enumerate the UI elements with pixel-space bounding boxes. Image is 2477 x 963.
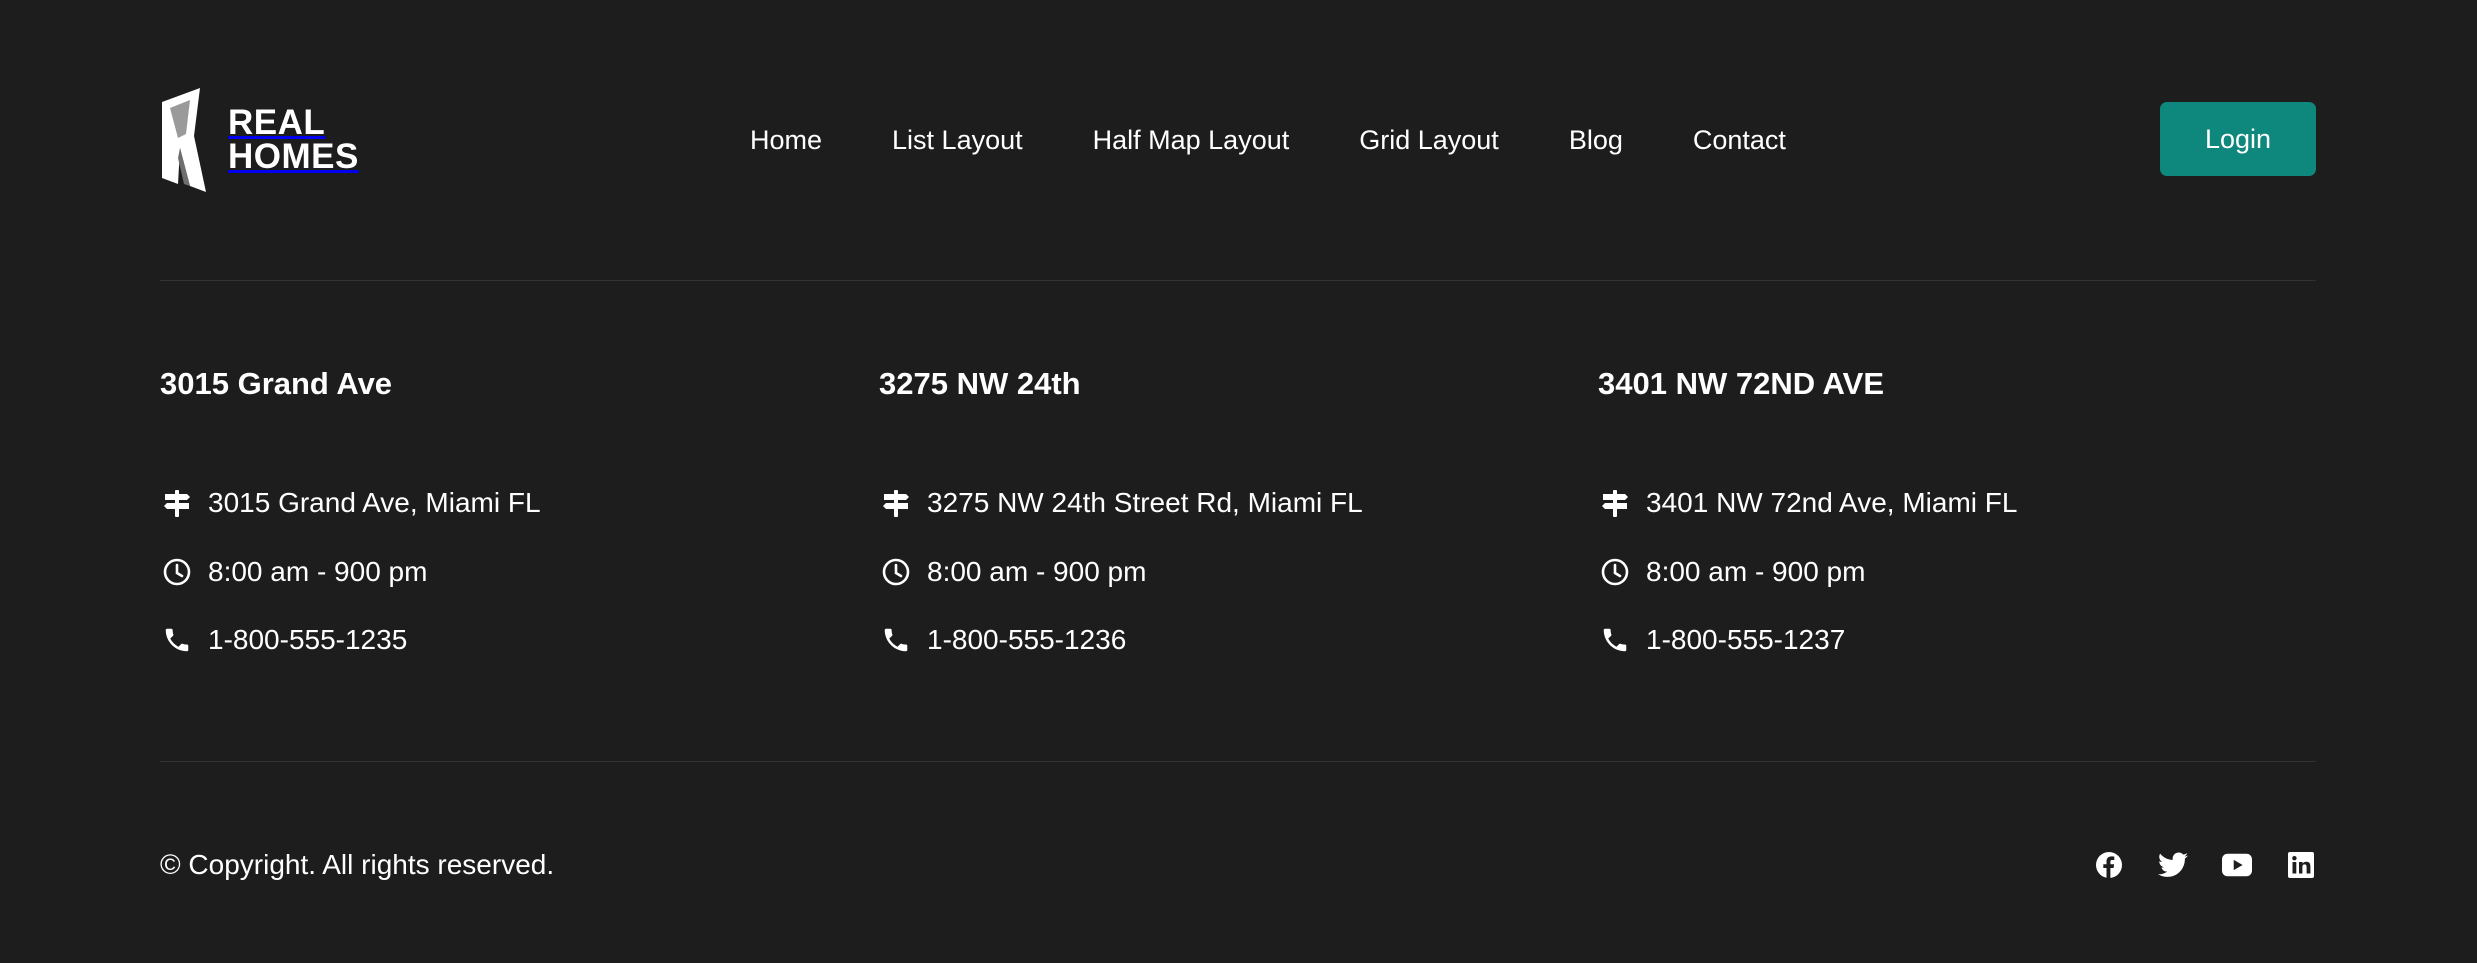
linkedin-icon[interactable] [2286,850,2316,880]
phone-text[interactable]: 1-800-555-1237 [1646,620,1845,660]
location-card: 3401 NW 72ND AVE 3401 NW 72nd Ave, Miami… [1598,360,2298,655]
header-divider [160,280,2316,281]
footer-divider [160,761,2316,762]
main-nav: Home List Layout Half Map Layout Grid La… [750,120,1786,160]
address-text: 3015 Grand Ave, Miami FL [208,487,541,518]
phone-icon [879,623,913,657]
logo[interactable]: REAL HOMES [160,86,359,194]
facebook-icon[interactable] [2094,850,2124,880]
signpost-icon [879,486,913,520]
logo-text-line1: REAL [228,103,326,142]
logo-text-line2: HOMES [228,137,359,176]
address-text: 3275 NW 24th Street Rd, Miami FL [927,487,1363,518]
nav-item-grid-layout[interactable]: Grid Layout [1359,120,1499,160]
location-card: 3015 Grand Ave 3015 Grand Ave, Miami FL … [160,360,860,655]
locations: 3015 Grand Ave 3015 Grand Ave, Miami FL … [160,360,2316,680]
login-button[interactable]: Login [2160,102,2316,176]
signpost-icon [160,486,194,520]
location-card: 3275 NW 24th 3275 NW 24th Street Rd, Mia… [879,360,1579,655]
twitter-icon[interactable] [2158,850,2188,880]
phone-icon [160,623,194,657]
location-phone[interactable]: 1-800-555-1236 [879,620,1126,660]
youtube-icon[interactable] [2222,850,2252,880]
social-links [2094,848,2316,882]
hours-text: 8:00 am - 900 pm [927,556,1147,587]
phone-icon [1598,623,1632,657]
location-title: 3015 Grand Ave [160,366,393,401]
nav-item-list-layout[interactable]: List Layout [892,120,1023,160]
nav-item-home[interactable]: Home [750,120,822,160]
address-text: 3401 NW 72nd Ave, Miami FL [1646,487,2018,518]
header: REAL HOMES Home List Layout Half Map Lay… [160,0,2316,280]
logo-text: REAL HOMES [228,103,359,176]
clock-icon [879,555,913,589]
nav-item-blog[interactable]: Blog [1569,120,1623,160]
hours-text: 8:00 am - 900 pm [1646,556,1866,587]
location-hours: 8:00 am - 900 pm [160,552,427,592]
nav-item-half-map-layout[interactable]: Half Map Layout [1093,120,1290,160]
clock-icon [160,555,194,589]
phone-text[interactable]: 1-800-555-1235 [208,620,407,660]
location-hours: 8:00 am - 900 pm [879,552,1146,592]
location-title: 3275 NW 24th [879,366,1081,401]
location-address: 3275 NW 24th Street Rd, Miami FL [879,483,1363,523]
real-homes-logo-icon [162,88,206,192]
location-phone[interactable]: 1-800-555-1235 [160,620,407,660]
signpost-icon [1598,486,1632,520]
location-title: 3401 NW 72ND AVE [1598,366,1884,401]
location-hours: 8:00 am - 900 pm [1598,552,1865,592]
location-phone[interactable]: 1-800-555-1237 [1598,620,1845,660]
location-address: 3015 Grand Ave, Miami FL [160,483,541,523]
clock-icon [1598,555,1632,589]
location-address: 3401 NW 72nd Ave, Miami FL [1598,483,2017,523]
phone-text[interactable]: 1-800-555-1236 [927,620,1126,660]
site-footer-page: REAL HOMES Home List Layout Half Map Lay… [0,0,2477,963]
copyright-text: © Copyright. All rights reserved. [160,849,555,880]
hours-text: 8:00 am - 900 pm [208,556,428,587]
nav-item-contact[interactable]: Contact [1693,120,1786,160]
